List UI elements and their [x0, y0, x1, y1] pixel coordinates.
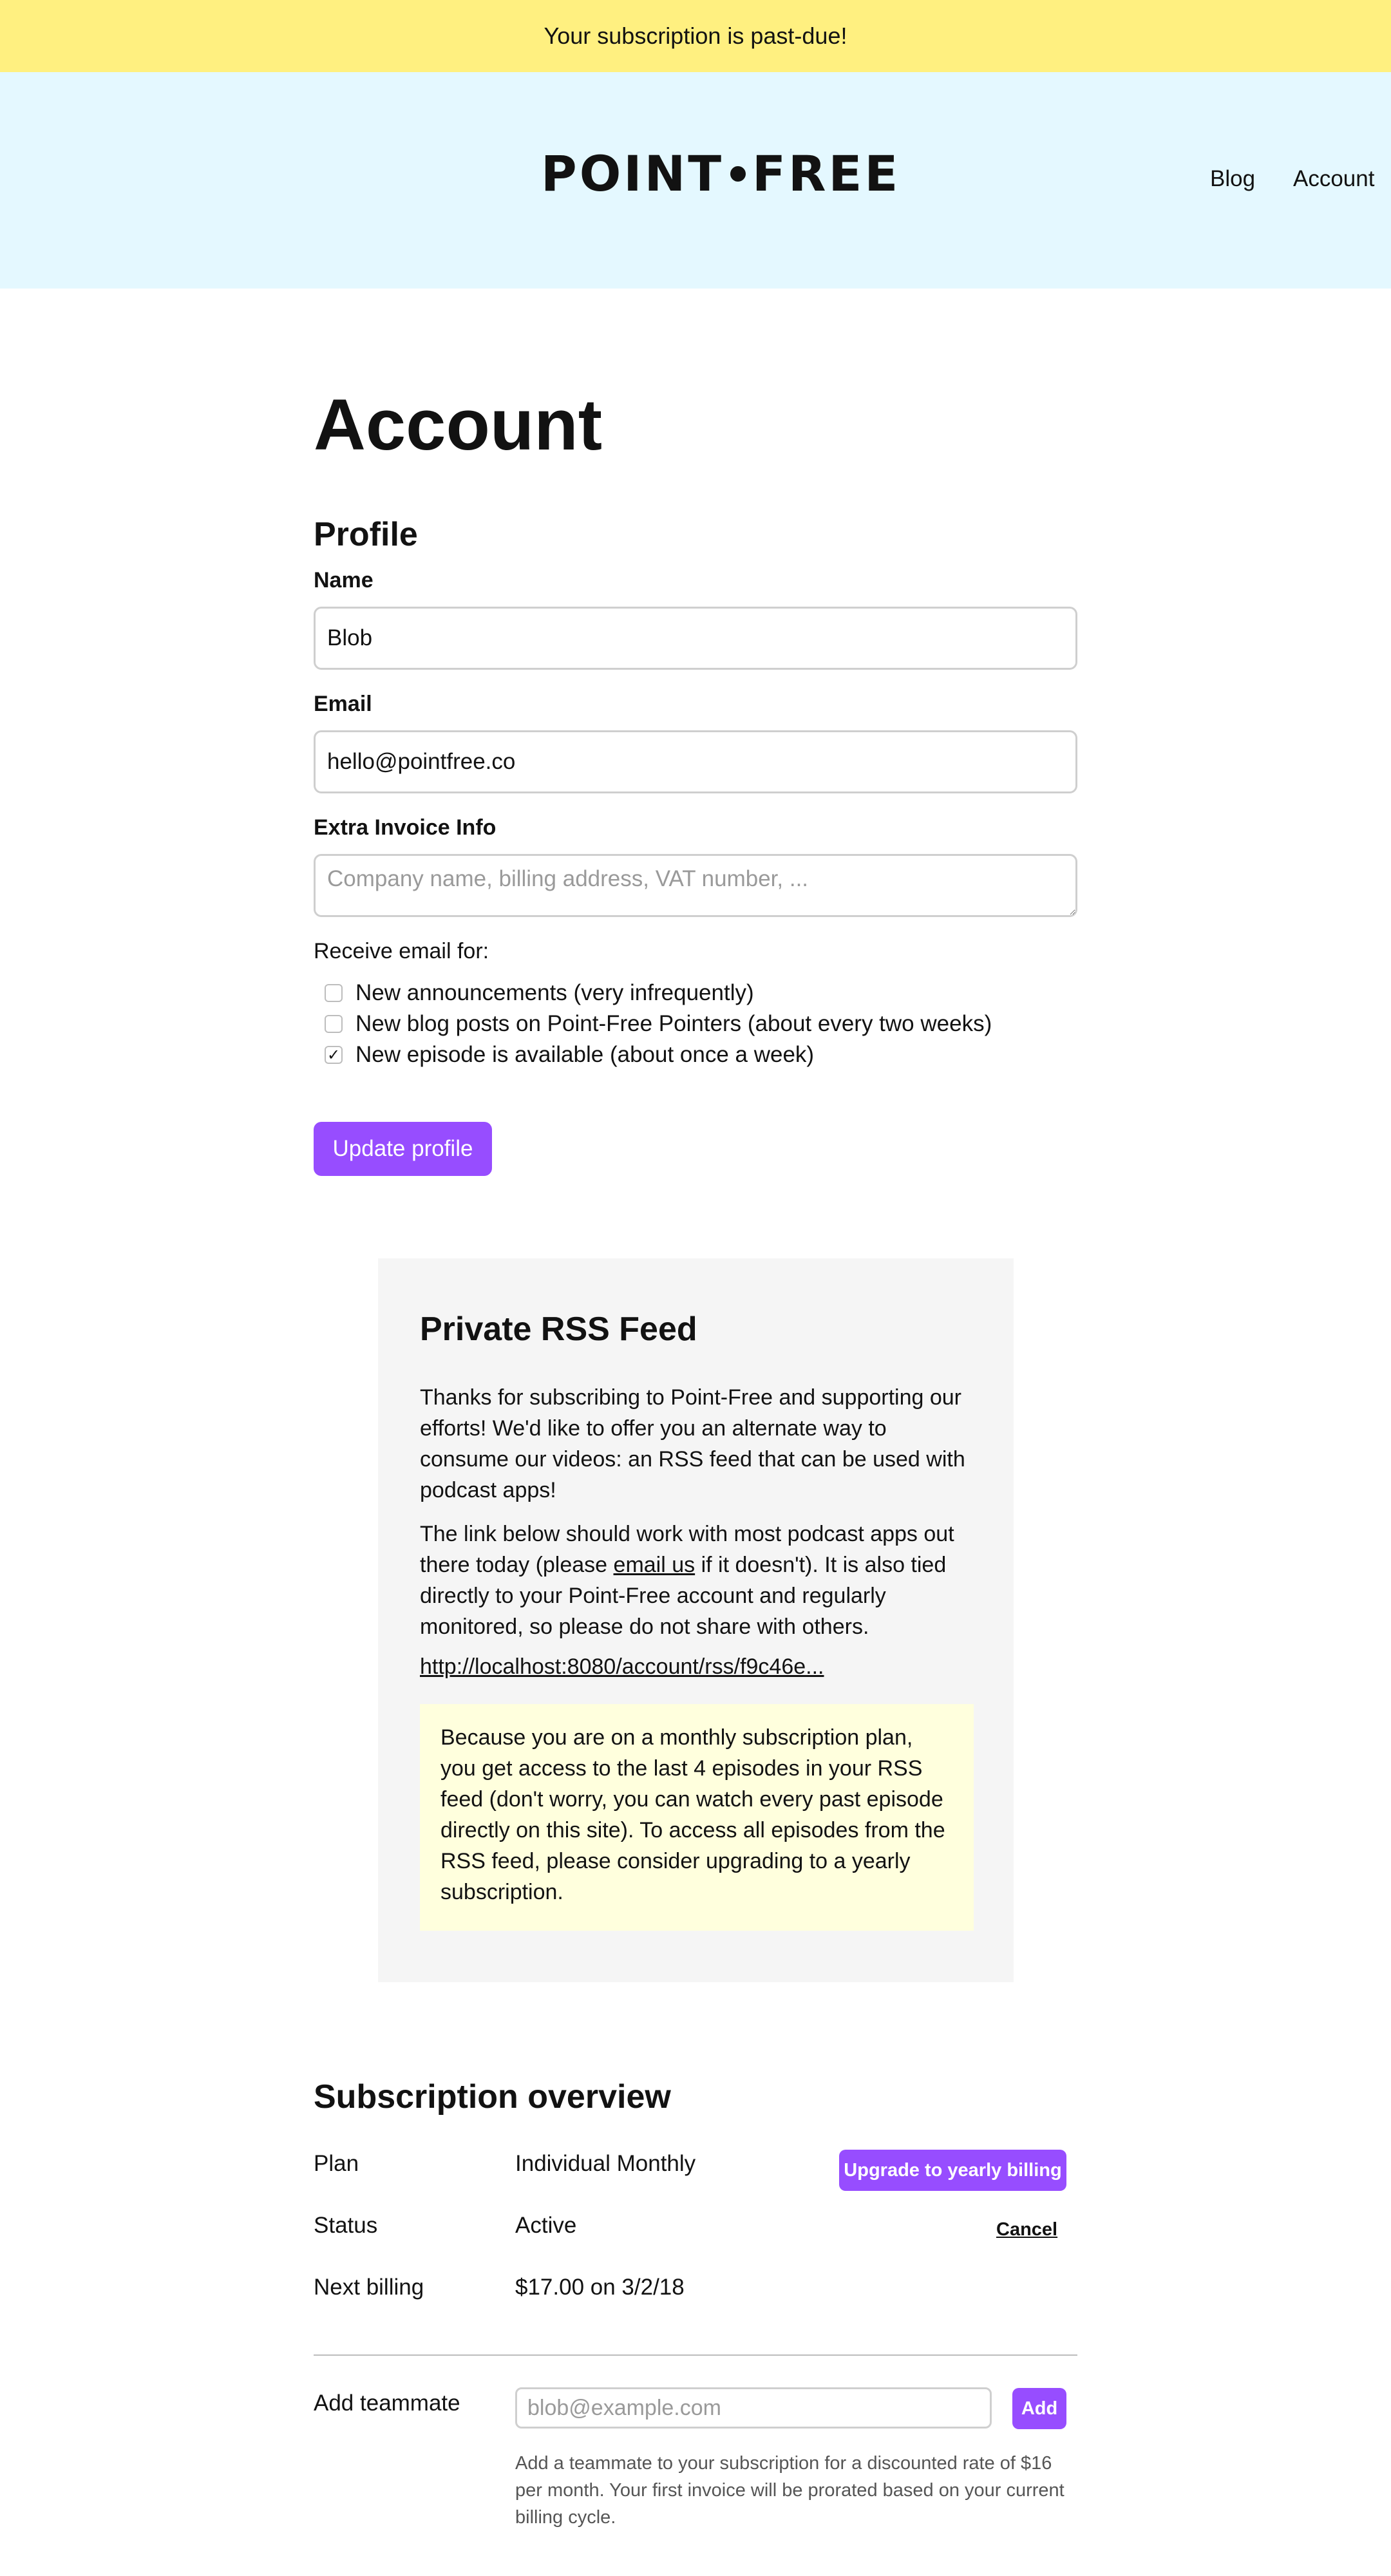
- checkmark-icon: ✓: [326, 1046, 341, 1064]
- point-free-logo[interactable]: POINT FREE: [541, 145, 901, 202]
- email-field[interactable]: [314, 730, 1077, 793]
- next-billing-value: $17.00 on 3/2/18: [515, 2275, 685, 2300]
- update-profile-button[interactable]: Update profile: [314, 1122, 492, 1176]
- checkbox-blog-posts[interactable]: [325, 1015, 343, 1033]
- email-us-link[interactable]: email us: [614, 1553, 696, 1577]
- section-divider: [314, 2354, 1077, 2356]
- plan-label: Plan: [314, 2151, 359, 2176]
- checkbox-announcements[interactable]: [325, 984, 343, 1002]
- add-teammate-button[interactable]: Add: [1012, 2388, 1066, 2429]
- rss-intro-text: Thanks for subscribing to Point-Free and…: [420, 1385, 965, 1502]
- plan-value: Individual Monthly: [515, 2151, 696, 2176]
- pref-label-announcements: New announcements (very infrequently): [355, 980, 754, 1005]
- next-billing-label: Next billing: [314, 2275, 424, 2300]
- logo-dot-icon: [730, 166, 746, 182]
- status-label: Status: [314, 2213, 378, 2238]
- rss-monthly-plan-note: Because you are on a monthly subscriptio…: [420, 1704, 974, 1931]
- logo-text-point: POINT: [541, 145, 724, 202]
- status-value: Active: [515, 2213, 577, 2238]
- pref-label-new-episode: New episode is available (about once a w…: [355, 1042, 815, 1067]
- upgrade-yearly-button[interactable]: Upgrade to yearly billing: [839, 2150, 1066, 2191]
- cancel-subscription-link[interactable]: Cancel: [996, 2219, 1057, 2240]
- site-header: POINT FREE Blog Account: [0, 72, 1391, 289]
- past-due-banner: Your subscription is past-due!: [0, 0, 1391, 72]
- teammate-email-input[interactable]: [515, 2387, 992, 2429]
- rss-instructions-text: The link below should work with most pod…: [420, 1519, 974, 1642]
- profile-heading: Profile: [314, 516, 418, 553]
- subscription-heading: Subscription overview: [314, 2078, 671, 2116]
- email-label: Email: [314, 692, 372, 716]
- name-field[interactable]: [314, 607, 1077, 670]
- email-pref-new-episode[interactable]: ✓ New episode is available (about once a…: [325, 1039, 814, 1070]
- page-title: Account: [314, 384, 602, 465]
- rss-feed-url-link[interactable]: http://localhost:8080/account/rss/f9c46e…: [420, 1651, 974, 1682]
- name-label: Name: [314, 568, 374, 592]
- logo-text-free: FREE: [752, 145, 901, 202]
- invoice-info-label: Extra Invoice Info: [314, 815, 497, 840]
- email-pref-announcements[interactable]: New announcements (very infrequently): [325, 978, 754, 1009]
- email-prefs-title: Receive email for:: [314, 939, 489, 963]
- past-due-banner-text: Your subscription is past-due!: [544, 23, 847, 49]
- rss-feed-panel: Private RSS Feed Thanks for subscribing …: [378, 1258, 1014, 1982]
- email-pref-blog-posts[interactable]: New blog posts on Point-Free Pointers (a…: [325, 1009, 992, 1039]
- checkbox-new-episode[interactable]: ✓: [325, 1046, 343, 1064]
- pref-label-blog-posts: New blog posts on Point-Free Pointers (a…: [355, 1011, 992, 1036]
- invoice-info-field[interactable]: [314, 854, 1077, 917]
- nav-account-link[interactable]: Account: [1293, 166, 1374, 192]
- rss-heading: Private RSS Feed: [420, 1311, 697, 1348]
- teammate-help-text: Add a teammate to your subscription for …: [515, 2453, 1065, 2528]
- nav-blog-link[interactable]: Blog: [1210, 166, 1255, 192]
- add-teammate-label: Add teammate: [314, 2391, 460, 2416]
